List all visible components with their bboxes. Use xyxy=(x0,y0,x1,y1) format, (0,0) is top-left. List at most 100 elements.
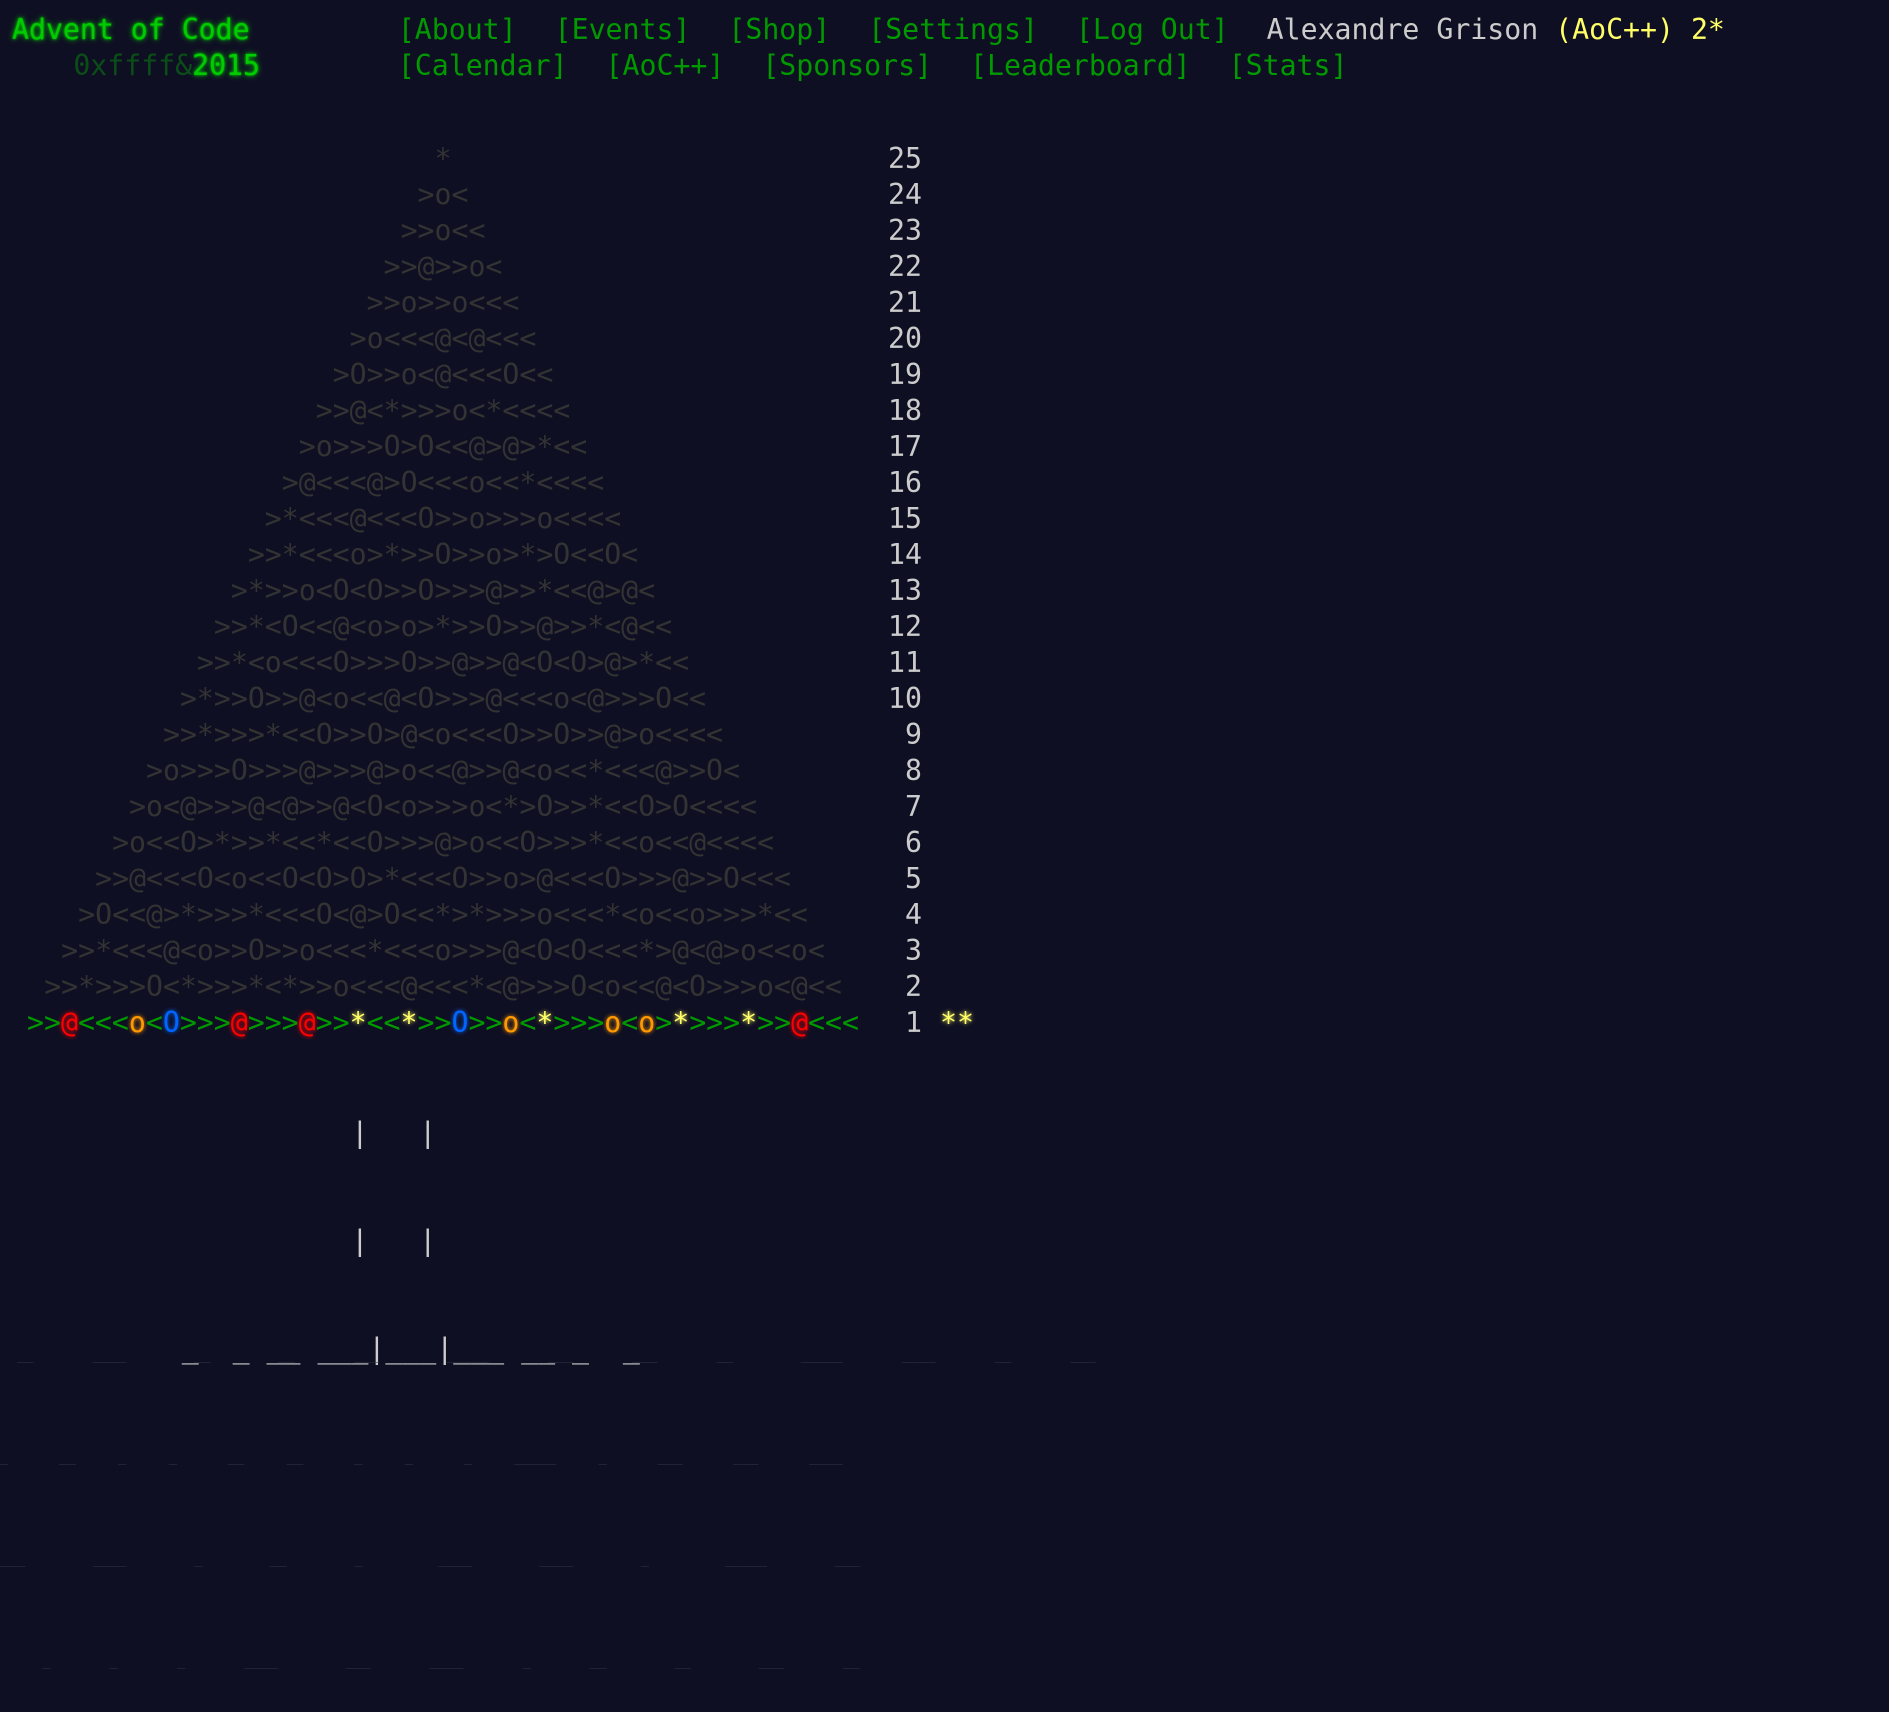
calendar-day-row[interactable]: >>*<<<o>*>>O>>o>*>O<<O< 14 xyxy=(12,537,974,573)
ornament-segment: < xyxy=(145,1006,163,1039)
calendar-day-row[interactable]: >>o<< 23 xyxy=(12,213,974,249)
calendar-day-art: >>*<O<<@<o>o>*>>O>>@>>*<@<< xyxy=(213,610,673,643)
calendar-day-number: 13 xyxy=(888,574,922,607)
calendar-day-number: 1 xyxy=(905,1006,922,1039)
ornament-segment: >> xyxy=(27,1006,61,1039)
calendar-day-row[interactable]: >*>>O>>@<o<<@<O>>>@<<<o<@>>>O<< 10 xyxy=(12,681,974,717)
nav-stats-link[interactable]: [Stats] xyxy=(1229,49,1348,82)
calendar-day-number: 20 xyxy=(888,322,922,355)
ornament-segment: < xyxy=(621,1006,639,1039)
calendar-day-art: >O<<@>*>>>*<<<O<@>O<<*>*>>>o<<<*<o<<o>>>… xyxy=(78,898,808,931)
calendar-day-number: 21 xyxy=(888,286,922,319)
trunk-line: | | xyxy=(12,1116,437,1149)
calendar-day-art: >*<<<@<<<O>>o>>>o<<<< xyxy=(264,502,622,535)
ornament-segment: O xyxy=(162,1006,180,1039)
calendar-day-number: 23 xyxy=(888,214,922,247)
ornament-segment: >> xyxy=(417,1006,452,1039)
calendar: * 25 >o< 24 >>o<< 23 >>@>>o< 22 >>o>>o<<< 21 >o<<<… xyxy=(12,141,974,1041)
calendar-day-row[interactable]: >O>>o<@<<<O<< 19 xyxy=(12,357,974,393)
nav-aocpp-link[interactable]: [AoC++] xyxy=(606,49,725,82)
calendar-day-number: 9 xyxy=(905,718,922,751)
calendar-day-number: 6 xyxy=(905,826,922,859)
ornament-segment: >>> xyxy=(689,1006,741,1039)
calendar-day-row[interactable]: >>o>>o<<< 21 xyxy=(12,285,974,321)
ornament-segment: * xyxy=(536,1006,554,1039)
ornament-segment: * xyxy=(740,1006,758,1039)
ornament-segment: >> xyxy=(468,1006,503,1039)
calendar-day-number: 12 xyxy=(888,610,922,643)
ornament-segment: @ xyxy=(791,1006,809,1039)
nav-calendar-link[interactable]: [Calendar] xyxy=(398,49,568,82)
ornament-segment: O xyxy=(451,1006,469,1039)
calendar-day-number: 22 xyxy=(888,250,922,283)
header-row-2: 0xffff&2015 [Calendar] [AoC++] [Sponsors] [… xyxy=(12,48,1725,84)
ornament-segment: @ xyxy=(230,1006,248,1039)
ornament-segment: @ xyxy=(60,1006,78,1039)
ornament-segment: << xyxy=(366,1006,401,1039)
calendar-day-art: >>o<< xyxy=(400,214,486,247)
ornament-segment: o xyxy=(638,1006,656,1039)
ornament-segment: * xyxy=(400,1006,418,1039)
ornament-segment: @ xyxy=(298,1006,316,1039)
calendar-day-row[interactable]: * 25 xyxy=(12,141,974,177)
ornament-segment: o xyxy=(604,1006,622,1039)
event-year[interactable]: 0xffff&2015 xyxy=(12,48,296,84)
calendar-day-row[interactable]: >o<@>>>@<@>>@<O<o>>>o<*>O>>*<<O>O<<<< 7 xyxy=(12,789,974,825)
ornament-segment: * xyxy=(672,1006,690,1039)
calendar-day-number: 24 xyxy=(888,178,922,211)
calendar-day-row[interactable]: >*>>o<O<O>>O>>>@>>*<<@>@< 13 xyxy=(12,573,974,609)
calendar-day-row[interactable]: >>*<o<<<O>>>O>>@>>@<O<O>@>*<< 11 xyxy=(12,645,974,681)
ornament-segment: <<< xyxy=(77,1006,129,1039)
calendar-day-art: * xyxy=(434,142,452,175)
calendar-day-art: >o< xyxy=(417,178,469,211)
ornament-segment: >>> xyxy=(179,1006,231,1039)
calendar-day-row[interactable]: >>*<<<@<o>>O>>o<<<*<<<o>>>@<O<O<<<*>@<@>… xyxy=(12,933,974,969)
ornament-segment: < xyxy=(519,1006,537,1039)
site-title[interactable]: Advent of Code xyxy=(12,12,296,48)
ornament-segment: >> xyxy=(315,1006,350,1039)
calendar-day-number: 18 xyxy=(888,394,922,427)
calendar-day-number: 25 xyxy=(888,142,922,175)
calendar-day-art: >o<<<@<@<<< xyxy=(349,322,537,355)
nav-sponsors-link[interactable]: [Sponsors] xyxy=(762,49,932,82)
calendar-day-row[interactable]: >@<<<@>O<<<o<<*<<<< 16 xyxy=(12,465,974,501)
calendar-day-art: >>*>>>*<<O>>O>@<o<<<O>>O>>@>o<<<< xyxy=(162,718,724,751)
calendar-day-number: 7 xyxy=(905,790,922,823)
calendar-day-number: 15 xyxy=(888,502,922,535)
calendar-day-number: 5 xyxy=(905,862,922,895)
calendar-day-art: >>@<*>>>o<*<<<< xyxy=(315,394,571,427)
calendar-day-number: 16 xyxy=(888,466,922,499)
calendar-day-row[interactable]: >o< 24 xyxy=(12,177,974,213)
calendar-day-row[interactable]: >o>>>O>O<<@>@>*<< 17 xyxy=(12,429,974,465)
calendar-day-number: 14 xyxy=(888,538,922,571)
calendar-day-number: 17 xyxy=(888,430,922,463)
ornament-segment: >>> xyxy=(553,1006,605,1039)
calendar-day-row[interactable]: >o<<<@<@<<< 20 xyxy=(12,321,974,357)
calendar-day-row[interactable]: >>@<<<O<o<<O<O>O>*<<<O>>o>@<<<O>>>@>>O<<… xyxy=(12,861,974,897)
supporter-badge[interactable]: (AoC++) xyxy=(1555,12,1674,48)
calendar-day-art: >o>>>O>O<<@>@>*<< xyxy=(298,430,588,463)
calendar-day-art: >o<@>>>@<@>>@<O<o>>>o<*>O>>*<<O>O<<<< xyxy=(129,790,757,823)
calendar-day-row[interactable]: >>@<<<o<O>>>@>>>@>>*<<*>>O>>o<*>>>o<o>*>… xyxy=(12,1005,974,1041)
calendar-day-art: >O>>o<@<<<O<< xyxy=(332,358,554,391)
calendar-day-row[interactable]: >>@>>o< 22 xyxy=(12,249,974,285)
ornament-segment: <<< xyxy=(808,1006,859,1039)
calendar-day-row[interactable]: >>@<*>>>o<*<<<< 18 xyxy=(12,393,974,429)
calendar-day-row[interactable]: >O<<@>*>>>*<<<O<@>O<<*>*>>>o<<<*<o<<o>>>… xyxy=(12,897,974,933)
site-header: Advent of Code [About] [Events] [Shop] [Set… xyxy=(12,12,1725,84)
snow-line: __ ____ __ __ ___ _____ ___ ___ __ _____… xyxy=(0,1347,1096,1363)
calendar-day-row[interactable]: >o>>>O>>>@>>>@>o<<@>>@<o<<*<<<@>>O< 8 xyxy=(12,753,974,789)
calendar-day-row[interactable]: >*<<<@<<<O>>o>>>o<<<< 15 xyxy=(12,501,974,537)
calendar-day-art: >>o>>o<<< xyxy=(366,286,520,319)
calendar-day-art: >>*>>>O<*>>>*<*>>o<<<@<<<*<@>>>O<o<<@<O>… xyxy=(44,970,842,1003)
calendar-day-art: >>*<<<@<o>>O>>o<<<*<<<o>>>@<O<O<<<*>@<@>… xyxy=(61,934,825,967)
calendar-day-row[interactable]: >>*>>>*<<O>>O>@<o<<<O>>O>>@>o<<<< 9 xyxy=(12,717,974,753)
calendar-day-row[interactable]: >o<<O>*>>*<<*<<O>>>@>o<<O>>>*<<o<<@<<<< 6 xyxy=(12,825,974,861)
calendar-day-number: 11 xyxy=(888,646,922,679)
nav-leaderboard-link[interactable]: [Leaderboard] xyxy=(970,49,1191,82)
ornament-segment: * xyxy=(349,1006,367,1039)
trunk-line: | | xyxy=(12,1224,437,1257)
calendar-day-row[interactable]: >>*>>>O<*>>>*<*>>o<<<@<<<*<@>>>O<o<<@<O>… xyxy=(12,969,974,1005)
calendar-day-row[interactable]: >>*<O<<@<o>o>*>>O>>@>>*<@<< 12 xyxy=(12,609,974,645)
calendar-day-number: 8 xyxy=(905,754,922,787)
